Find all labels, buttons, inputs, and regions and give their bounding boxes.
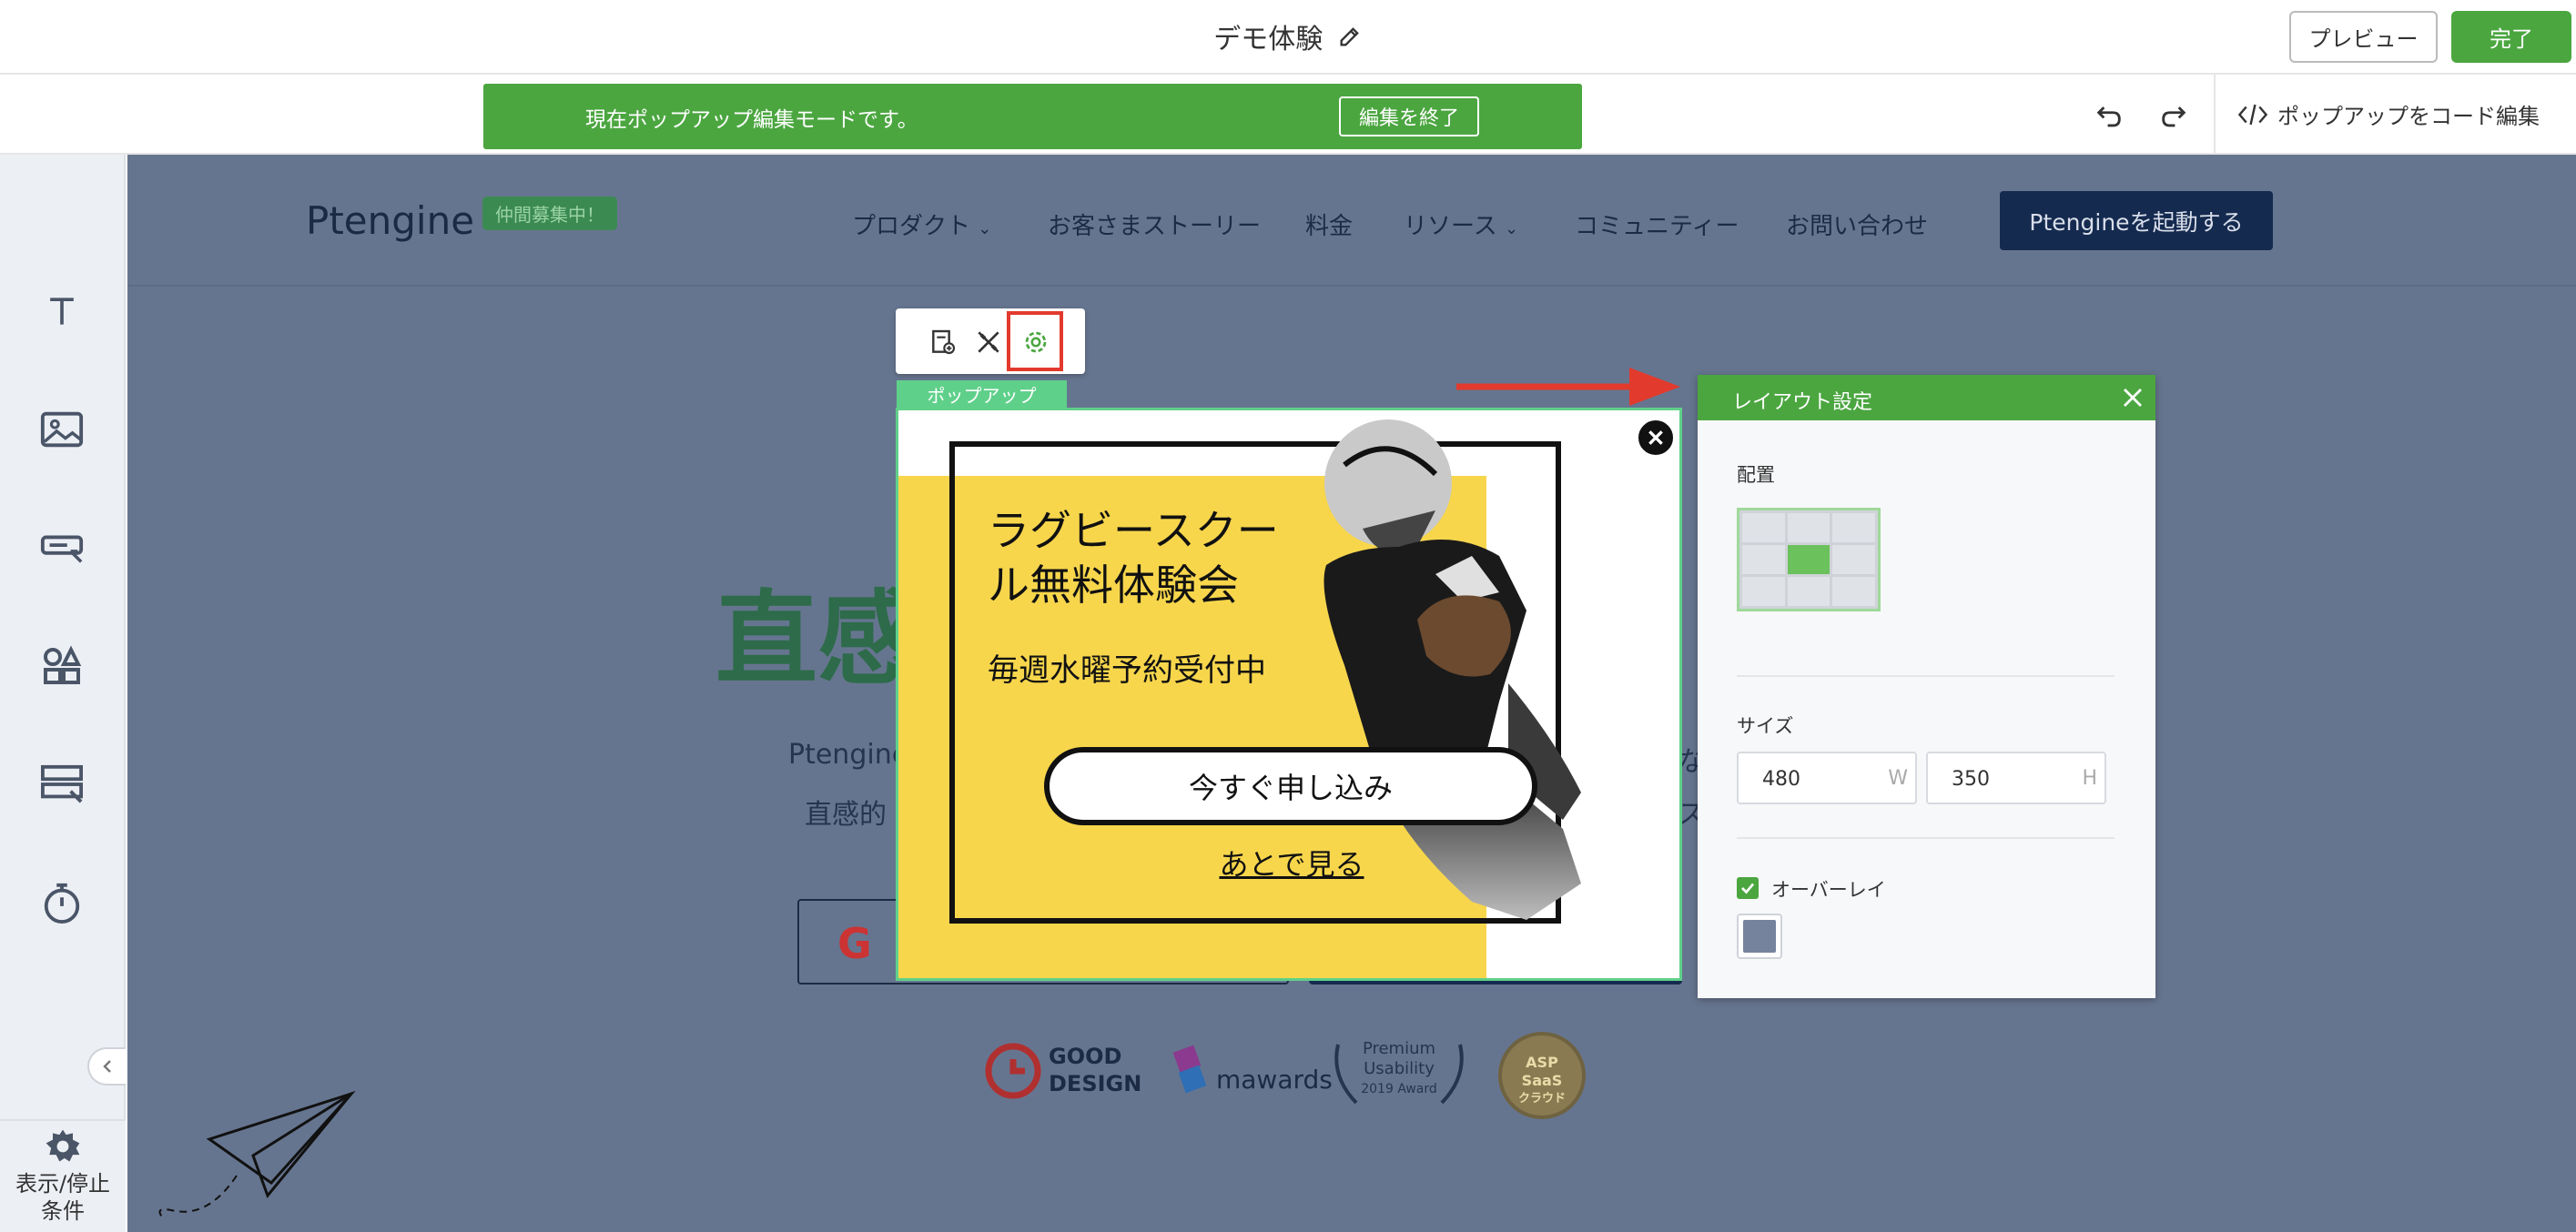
nav-item-stories[interactable]: お客さまストーリー	[1048, 207, 1261, 241]
placement-label: 配置	[1737, 464, 1775, 486]
document-title[interactable]: デモ体験	[0, 16, 2576, 56]
placement-top-left[interactable]	[1742, 513, 1785, 542]
overlay-label: オーバーレイ	[1771, 879, 1886, 901]
redo-icon[interactable]	[2155, 96, 2192, 136]
placement-grid[interactable]	[1737, 508, 1881, 611]
placement-middle-right[interactable]	[1832, 545, 1875, 574]
check-icon	[1741, 883, 1755, 894]
good-design-icon	[985, 1043, 1041, 1099]
size-label: サイズ	[1737, 715, 1794, 737]
placement-bottom-center[interactable]	[1787, 577, 1831, 606]
hero-subtext-2: 直感的	[805, 799, 887, 831]
paper-plane-icon	[158, 1090, 356, 1220]
placement-middle-left[interactable]	[1742, 545, 1785, 574]
editor-root: Ptengine 仲間募集中！ プロダクト ⌄ お客さまストーリー 料金 リソー…	[0, 0, 2576, 1232]
settings-gear-icon[interactable]	[1018, 324, 1054, 360]
shape-tool-icon[interactable]	[25, 630, 98, 702]
pencil-icon[interactable]	[1337, 24, 1363, 49]
hero-heading-left: 直感	[715, 581, 919, 699]
placement-center[interactable]	[1787, 545, 1831, 574]
placement-top-right[interactable]	[1832, 513, 1875, 542]
close-icon	[1648, 430, 1663, 445]
mawards-badge: mawards	[1216, 1065, 1333, 1095]
button-tool-icon[interactable]	[25, 511, 98, 584]
overlay-color-fill	[1743, 920, 1776, 953]
width-input[interactable]: 480 W	[1737, 752, 1917, 804]
site-logo: Ptengine	[306, 198, 475, 243]
end-edit-button[interactable]: 編集を終了	[1339, 96, 1479, 136]
launch-button[interactable]: Ptengineを起動する	[2000, 191, 2273, 250]
popup-subtitle: 毎週水曜予約受付中	[988, 652, 1266, 689]
asp-saas-badge: ASP SaaS クラウド	[1517, 1054, 1566, 1106]
nav-item-product[interactable]: プロダクト ⌄	[852, 207, 991, 241]
popup-close-button[interactable]	[1636, 418, 1676, 458]
style-tool-icon[interactable]	[970, 324, 1007, 360]
popup-tag: ポップアップ	[897, 380, 1067, 408]
display-condition-label: 表示/停止 条件	[15, 1171, 111, 1224]
collapse-sidebar-button[interactable]	[87, 1047, 126, 1086]
code-icon	[2237, 104, 2268, 125]
nav-item-pricing[interactable]: 料金	[1305, 207, 1353, 241]
popup-canvas[interactable]: ラグビースクー ル無料体験会 毎週水曜予約受付中 今すぐ申し込み あとで見る	[896, 408, 1682, 981]
form-tool-icon[interactable]	[25, 748, 98, 821]
placement-bottom-left[interactable]	[1742, 577, 1785, 606]
code-edit-button[interactable]: ポップアップをコード編集	[2237, 98, 2540, 130]
apply-now-button[interactable]: 今すぐ申し込み	[1044, 747, 1537, 825]
height-input[interactable]: 350 H	[1926, 752, 2106, 804]
hero-subtext-1: Ptengine	[788, 739, 909, 771]
later-link[interactable]: あとで見る	[898, 842, 1679, 884]
save-template-icon[interactable]	[925, 324, 961, 360]
overlay-checkbox[interactable]	[1737, 877, 1759, 899]
undo-icon[interactable]	[2091, 96, 2127, 136]
google-icon: G	[837, 919, 872, 968]
preview-button[interactable]: プレビュー	[2289, 11, 2438, 63]
timer-icon[interactable]	[25, 866, 98, 939]
placement-bottom-right[interactable]	[1832, 577, 1875, 606]
gear-icon[interactable]	[40, 1125, 86, 1168]
nav-item-contact[interactable]: お問い合わせ	[1786, 207, 1928, 241]
good-design-badge: GOOD DESIGN	[1049, 1044, 1142, 1096]
nav-item-resources[interactable]: リソース ⌄	[1404, 207, 1518, 241]
overlay-color-swatch[interactable]	[1737, 914, 1782, 959]
panel-divider	[1737, 837, 2115, 839]
done-button[interactable]: 完了	[2451, 11, 2571, 63]
toolbar-divider	[2214, 75, 2216, 155]
nav-item-community[interactable]: コミュニティー	[1575, 207, 1739, 241]
hiring-badge: 仲間募集中！	[482, 197, 617, 230]
text-tool-icon[interactable]	[25, 275, 98, 348]
layout-settings-title: レイアウト設定	[1732, 391, 1873, 414]
panel-divider	[1737, 675, 2115, 677]
chevron-left-icon	[103, 1060, 111, 1073]
annotation-arrow	[1456, 368, 1680, 406]
edit-mode-text: 現在ポップアップ編集モードです。	[585, 108, 918, 132]
premium-usability-badge: Premium Usability 2019 Award	[1361, 1039, 1437, 1096]
image-tool-icon[interactable]	[25, 393, 98, 466]
placement-top-center[interactable]	[1787, 513, 1831, 542]
close-icon[interactable]	[2121, 386, 2145, 409]
popup-title: ラグビースクー ル無料体験会	[988, 506, 1279, 610]
